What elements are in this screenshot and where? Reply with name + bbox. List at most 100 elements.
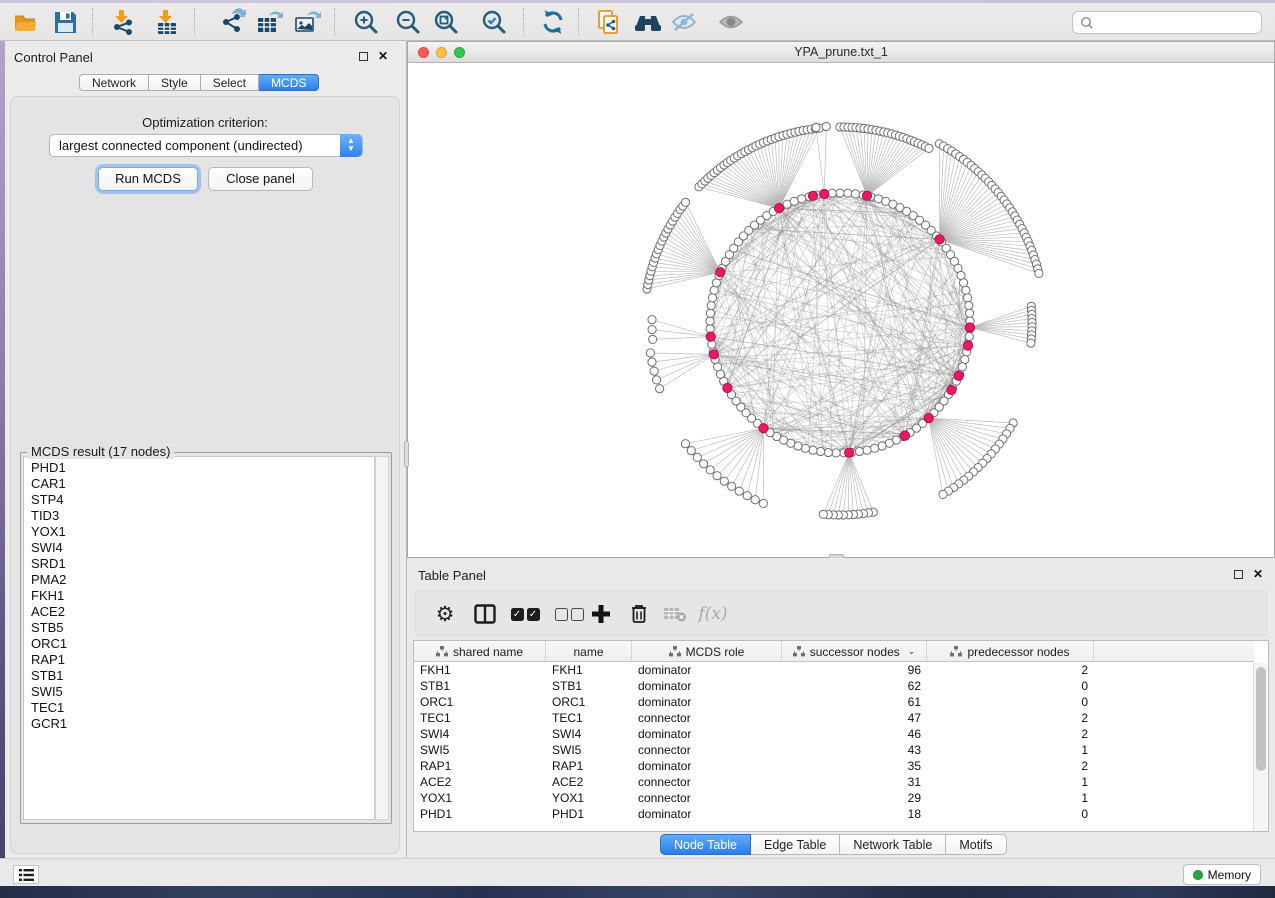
mcds-result-item[interactable]: STB5 (31, 620, 374, 636)
tab-style[interactable]: Style (149, 74, 201, 91)
delete-column-icon[interactable] (622, 598, 656, 630)
network-window-title: YPA_prune.txt_1 (408, 45, 1274, 59)
toolbar-separator (523, 8, 524, 36)
mcds-list-scrollbar[interactable] (375, 456, 389, 820)
mcds-result-item[interactable]: SWI5 (31, 684, 374, 700)
attribute-type-icon (950, 646, 962, 657)
table-row[interactable]: ORC1ORC1dominator610 (414, 694, 1254, 710)
clone-network-icon[interactable] (592, 6, 626, 38)
select-all-columns-icon[interactable]: ✓✓ (508, 598, 542, 630)
mcds-result-item[interactable]: CAR1 (31, 476, 374, 492)
zoom-fit-icon[interactable] (429, 6, 463, 38)
float-panel-icon[interactable] (359, 52, 368, 61)
dropdown-stepper-icon: ▲▼ (340, 134, 362, 157)
show-details-icon[interactable] (714, 6, 748, 38)
tab-node-table[interactable]: Node Table (660, 834, 751, 855)
table-row[interactable]: STB1STB1dominator620 (414, 678, 1254, 694)
binoculars-icon[interactable] (631, 6, 665, 38)
mcds-result-item[interactable]: SRD1 (31, 556, 374, 572)
add-column-icon[interactable] (584, 598, 618, 630)
optimization-criterion-label: Optimization criterion: (11, 115, 399, 130)
attribute-type-icon (436, 646, 448, 657)
column-header-shared-name[interactable]: shared name (414, 641, 546, 662)
mcds-result-item[interactable]: RAP1 (31, 652, 374, 668)
column-header-name[interactable]: name (546, 641, 632, 662)
column-header-predecessor-nodes[interactable]: predecessor nodes (927, 641, 1094, 662)
mcds-result-list[interactable]: PHD1CAR1STP4TID3YOX1SWI4SRD1PMA2FKH1ACE2… (23, 456, 375, 820)
float-panel-icon[interactable] (1234, 570, 1243, 579)
table-panel: Table Panel ✕ ⚙ ✓✓ f(x) shared name name (407, 558, 1275, 858)
table-row[interactable]: SWI5SWI5connector431 (414, 742, 1254, 758)
vertical-split-handle[interactable] (404, 441, 409, 467)
mcds-result-item[interactable]: FKH1 (31, 588, 374, 604)
zoom-selected-icon[interactable] (477, 6, 511, 38)
close-panel-button[interactable]: Close panel (208, 167, 313, 191)
open-file-icon[interactable] (8, 6, 42, 38)
criterion-dropdown[interactable]: largest connected component (undirected)… (49, 134, 363, 157)
mcds-result-item[interactable]: GCR1 (31, 716, 374, 732)
tab-network[interactable]: Network (79, 74, 149, 91)
column-header-successor-nodes[interactable]: successor nodes ⌄ (782, 641, 927, 662)
import-table-icon[interactable] (150, 6, 184, 38)
desktop-wallpaper-bottom (0, 886, 1275, 898)
tab-select[interactable]: Select (201, 74, 259, 91)
close-panel-icon[interactable]: ✕ (378, 51, 388, 61)
table-row[interactable]: RAP1RAP1dominator352 (414, 758, 1254, 774)
save-session-icon[interactable] (48, 6, 82, 38)
mcds-result-item[interactable]: TID3 (31, 508, 374, 524)
search-field[interactable] (1072, 11, 1262, 34)
table-scrollbar-thumb[interactable] (1256, 667, 1266, 771)
zoom-in-icon[interactable] (349, 6, 383, 38)
show-columns-icon[interactable] (468, 598, 502, 630)
table-settings-gear-icon[interactable]: ⚙ (428, 598, 462, 630)
export-network-icon[interactable] (216, 6, 250, 38)
tab-edge-table[interactable]: Edge Table (751, 834, 840, 855)
hide-details-icon[interactable] (667, 6, 701, 38)
control-panel-title: Control Panel (14, 50, 93, 65)
status-bar: Memory (0, 858, 1275, 886)
tab-network-table[interactable]: Network Table (840, 834, 946, 855)
mcds-result-item[interactable]: ACE2 (31, 604, 374, 620)
sort-descending-icon: ⌄ (908, 646, 916, 657)
table-row[interactable]: PHD1PHD1dominator180 (414, 806, 1254, 822)
table-row[interactable]: FKH1FKH1dominator962 (414, 662, 1254, 678)
zoom-out-icon[interactable] (391, 6, 425, 38)
network-graph[interactable] (408, 63, 1274, 557)
tab-mcds[interactable]: MCDS (259, 74, 319, 91)
search-icon (1080, 16, 1094, 30)
attribute-type-icon (669, 646, 681, 657)
mcds-result-item[interactable]: PHD1 (31, 460, 374, 476)
mcds-result-item[interactable]: TEC1 (31, 700, 374, 716)
table-panel-title: Table Panel (418, 568, 486, 583)
table-scrollbar[interactable] (1253, 663, 1267, 831)
toolbar-separator (194, 8, 195, 36)
table-row[interactable]: ACE2ACE2connector311 (414, 774, 1254, 790)
column-header-mcds-role[interactable]: MCDS role (632, 641, 782, 662)
mcds-result-item[interactable]: YOX1 (31, 524, 374, 540)
refresh-icon[interactable] (536, 6, 570, 38)
close-panel-icon[interactable]: ✕ (1253, 569, 1263, 579)
table-row[interactable]: TEC1TEC1connector472 (414, 710, 1254, 726)
import-network-icon[interactable] (106, 6, 140, 38)
task-history-button[interactable] (13, 865, 39, 884)
table-row[interactable]: YOX1YOX1connector291 (414, 790, 1254, 806)
mcds-result-item[interactable]: STP4 (31, 492, 374, 508)
network-window-titlebar[interactable]: YPA_prune.txt_1 (408, 42, 1274, 63)
memory-button[interactable]: Memory (1183, 864, 1261, 885)
tab-motifs[interactable]: Motifs (946, 834, 1006, 855)
table-toolbar: ⚙ ✓✓ f(x) (415, 590, 1267, 636)
mcds-result-item[interactable]: PMA2 (31, 572, 374, 588)
table-row[interactable]: SWI4SWI4dominator462 (414, 726, 1254, 742)
export-table-icon[interactable] (252, 6, 286, 38)
main-toolbar (0, 3, 1275, 41)
mcds-result-item[interactable]: ORC1 (31, 636, 374, 652)
mcds-result-item[interactable]: STB1 (31, 668, 374, 684)
search-input[interactable] (1094, 16, 1244, 30)
function-builder-icon: f(x) (696, 598, 730, 630)
memory-status-icon (1193, 870, 1203, 880)
export-image-icon[interactable] (290, 6, 324, 38)
mcds-result-item[interactable]: SWI4 (31, 540, 374, 556)
run-mcds-button[interactable]: Run MCDS (98, 167, 198, 191)
toolbar-separator (334, 8, 335, 36)
deselect-all-columns-icon[interactable] (552, 598, 586, 630)
